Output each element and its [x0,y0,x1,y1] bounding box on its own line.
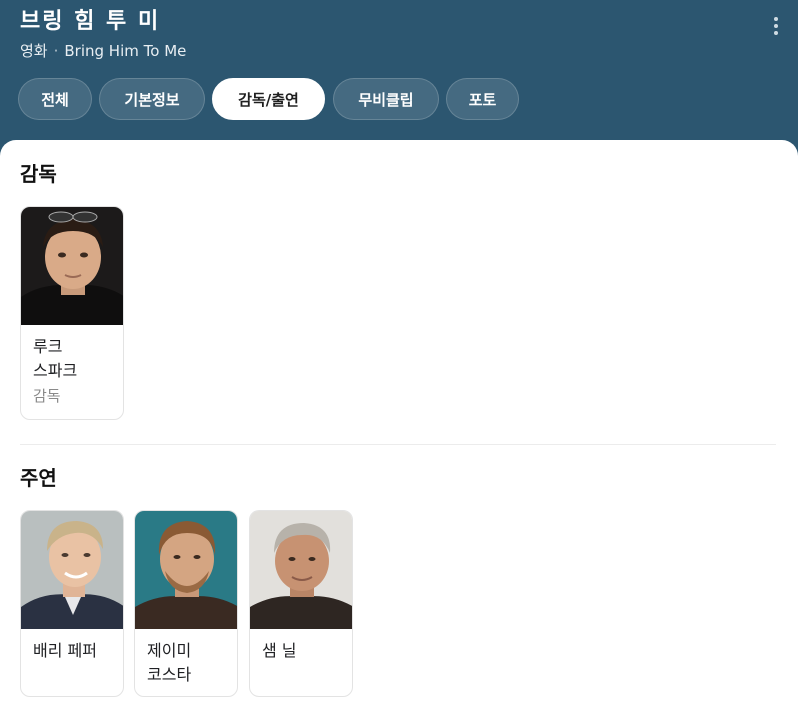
tab-photos[interactable]: 포토 [446,78,519,120]
category-label: 영화 [20,42,48,60]
person-photo [135,511,237,629]
person-name: 루크 스파크 [33,337,78,380]
separator-dot: · [53,42,59,60]
person-role: 감독 [33,387,61,405]
person-card-cast[interactable]: 제이미 코스타 [134,510,238,697]
tab-label: 감독/출연 [238,90,299,109]
section-divider [20,444,776,445]
tab-label: 무비클립 [358,90,414,109]
tab-movie-clips[interactable]: 무비클립 [333,78,439,120]
person-photo [250,511,352,629]
content-panel: 감독 루크 스파크 감독 주연 배리 페퍼 제이미 코스타 샘 닐 [0,140,798,708]
tab-label: 포토 [468,90,497,109]
person-card-cast[interactable]: 배리 페퍼 [20,510,124,697]
person-photo [21,207,123,325]
person-name: 제이미 코스타 [147,641,192,684]
subtitle: 영화 · Bring Him To Me [20,40,186,62]
person-name: 배리 페퍼 [33,641,97,660]
tab-basic-info[interactable]: 기본정보 [99,78,205,120]
section-title-cast: 주연 [20,466,57,490]
more-vert-icon[interactable] [766,12,786,40]
section-title-director: 감독 [20,162,57,186]
person-card-cast[interactable]: 샘 닐 [249,510,353,697]
original-title: Bring Him To Me [64,42,187,60]
tab-director-cast[interactable]: 감독/출연 [212,78,325,120]
tab-all[interactable]: 전체 [18,78,92,120]
person-photo [21,511,123,629]
tab-label: 전체 [41,90,69,109]
page-title: 브링 힘 투 미 [20,9,161,34]
person-name: 샘 닐 [262,641,297,660]
person-card-director[interactable]: 루크 스파크 감독 [20,206,124,420]
tab-label: 기본정보 [124,90,180,109]
